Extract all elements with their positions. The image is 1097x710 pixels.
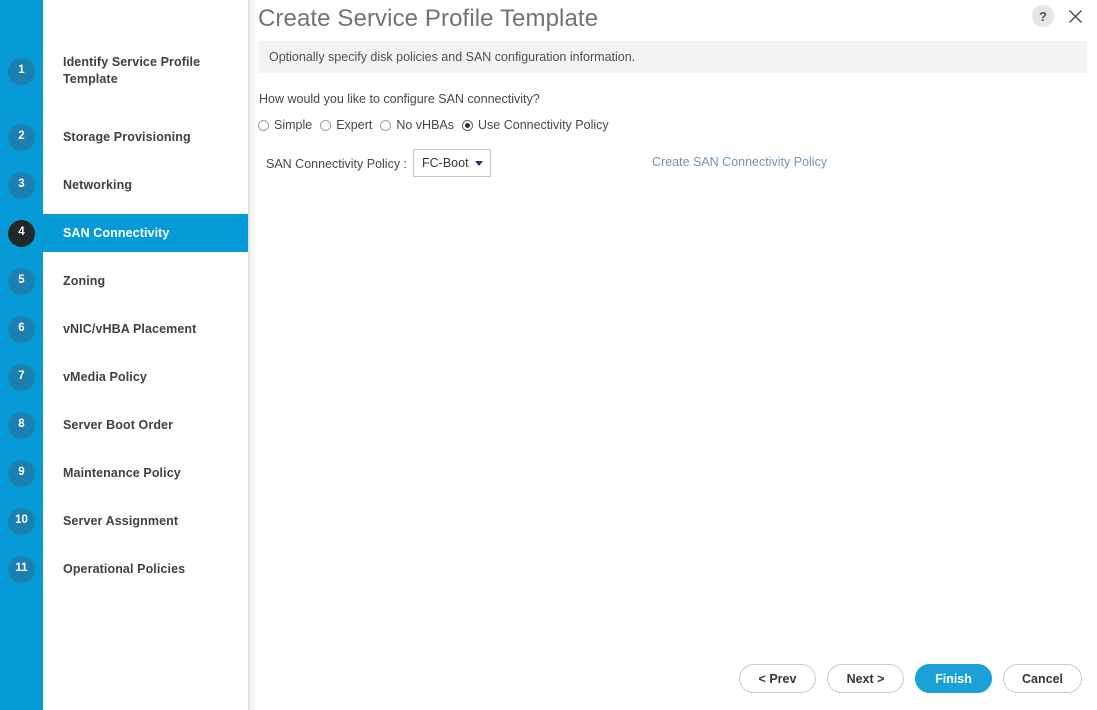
san-connectivity-policy-row: SAN Connectivity Policy : FC-Boot Create… (258, 149, 1087, 179)
titlebar-actions: ? (1032, 5, 1086, 27)
config-question-label: How would you like to configure SAN conn… (259, 92, 540, 106)
radio-mark-icon (380, 119, 392, 131)
sidebar-step-2[interactable]: 2 Storage Provisioning (0, 118, 249, 156)
finish-button[interactable]: Finish (915, 664, 992, 693)
radio-option-use-connectivity-policy[interactable]: Use Connectivity Policy (462, 118, 609, 132)
connectivity-mode-radio-group: Simple Expert No vHBAs Use Connectivity Pol… (258, 118, 1087, 132)
step-number-badge: 10 (8, 507, 35, 535)
step-number-badge: 2 (8, 123, 35, 151)
step-number-badge: 11 (8, 555, 35, 583)
step-number-badge: 7 (8, 363, 35, 391)
cancel-button[interactable]: Cancel (1003, 664, 1082, 693)
step-number-badge: 8 (8, 411, 35, 439)
page-title: Create Service Profile Template (258, 5, 599, 32)
step-number-badge: 4 (8, 219, 35, 247)
sidebar-step-3[interactable]: 3 Networking (0, 166, 249, 204)
step-label: Networking (63, 177, 133, 192)
sidebar-step-1[interactable]: 1 Identify Service Profile Template (0, 52, 249, 90)
san-connectivity-policy-value: FC-Boot (422, 156, 469, 170)
radio-option-no-vhbas[interactable]: No vHBAs (380, 118, 454, 132)
radio-option-label: Simple (274, 118, 313, 132)
sidebar-step-6[interactable]: 6 vNIC/vHBA Placement (0, 310, 249, 348)
san-connectivity-form: How would you like to configure SAN conn… (258, 92, 1087, 179)
radio-mark-icon (462, 119, 474, 131)
radio-option-expert[interactable]: Expert (320, 118, 372, 132)
dialog-subtitle-text: Optionally specify disk policies and SAN… (269, 50, 636, 64)
sidebar-step-10[interactable]: 10 Server Assignment (0, 502, 249, 540)
dialog-subtitle-bar: Optionally specify disk policies and SAN… (258, 41, 1087, 73)
step-label: Identify Service Profile Template (63, 55, 201, 86)
step-number-badge: 9 (8, 459, 35, 487)
wizard-sidebar: 1 Identify Service Profile Template 2 Stora… (0, 0, 258, 710)
san-connectivity-policy-label: SAN Connectivity Policy : (266, 157, 408, 171)
step-label: vMedia Policy (63, 369, 147, 384)
sidebar-step-8[interactable]: 8 Server Boot Order (0, 406, 249, 444)
step-number-badge: 6 (8, 315, 35, 343)
dialog-main-panel: Create Service Profile Template ? Option… (258, 0, 1097, 710)
radio-option-label: Expert (336, 118, 373, 132)
san-connectivity-policy-select[interactable]: FC-Boot (413, 149, 491, 177)
radio-mark-icon (258, 119, 269, 131)
step-label: SAN Connectivity (63, 225, 170, 240)
next-button[interactable]: Next > (827, 664, 904, 693)
radio-option-label: Use Connectivity Policy (478, 118, 609, 132)
step-number-badge: 3 (8, 171, 35, 199)
sidebar-accent-stripe (0, 0, 43, 710)
sidebar-step-9[interactable]: 9 Maintenance Policy (0, 454, 249, 492)
sidebar-step-4[interactable]: 4 SAN Connectivity (0, 214, 249, 252)
step-label: Storage Provisioning (63, 129, 191, 144)
sidebar-step-7[interactable]: 7 vMedia Policy (0, 358, 249, 396)
step-number-badge: 1 (8, 57, 35, 85)
create-san-connectivity-policy-link[interactable]: Create SAN Connectivity Policy (652, 155, 827, 169)
chevron-down-icon (475, 160, 483, 166)
step-label: Operational Policies (63, 561, 186, 576)
radio-mark-icon (320, 119, 332, 131)
step-label: Server Boot Order (63, 417, 174, 432)
prev-button[interactable]: < Prev (739, 664, 816, 693)
sidebar-divider (248, 0, 258, 710)
help-icon[interactable]: ? (1032, 5, 1054, 27)
radio-option-simple[interactable]: Simple (258, 118, 312, 132)
step-label: Zoning (63, 273, 106, 288)
step-number-badge: 5 (8, 267, 35, 295)
sidebar-step-11[interactable]: 11 Operational Policies (0, 550, 249, 588)
dialog-footer-buttons: < Prev Next > Finish Cancel (739, 664, 1082, 693)
step-label: vNIC/vHBA Placement (63, 321, 197, 336)
radio-option-label: No vHBAs (396, 118, 455, 132)
step-label: Server Assignment (63, 513, 179, 528)
close-icon[interactable] (1064, 5, 1086, 27)
step-label: Maintenance Policy (63, 465, 181, 480)
sidebar-step-5[interactable]: 5 Zoning (0, 262, 249, 300)
